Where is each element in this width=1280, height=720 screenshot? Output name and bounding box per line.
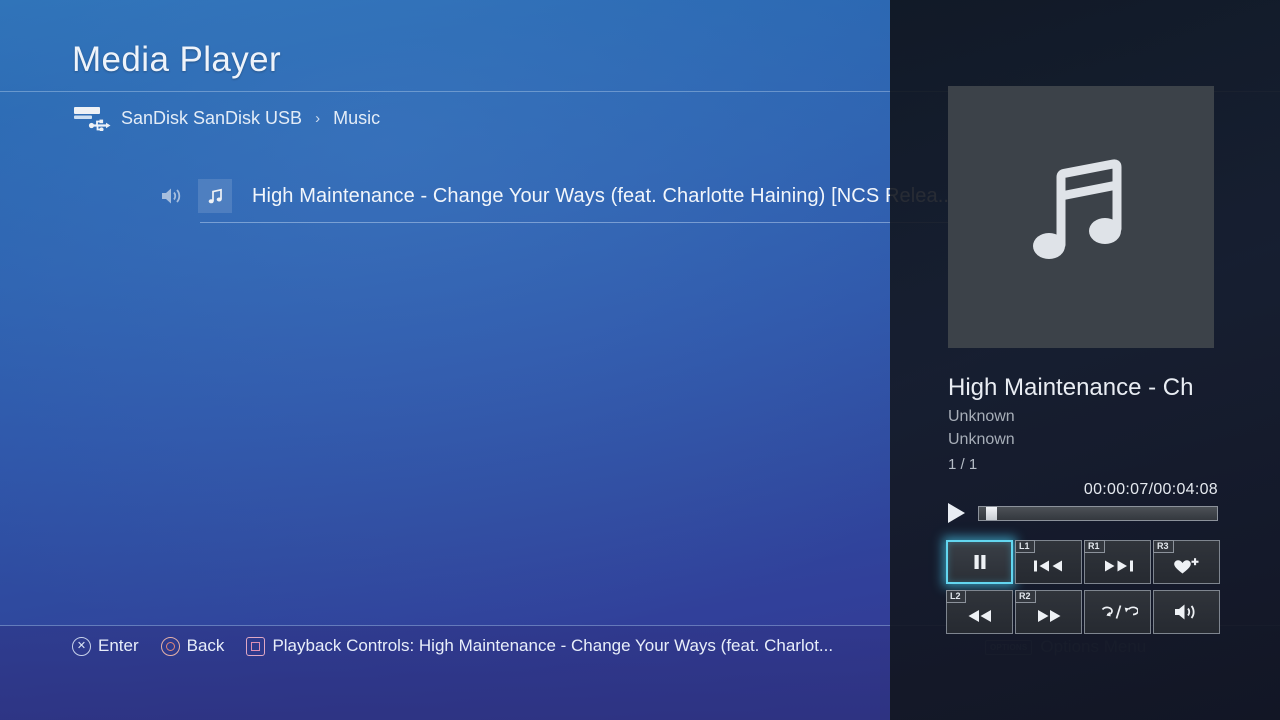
l1-badge: L1 bbox=[1015, 540, 1035, 554]
hint-enter[interactable]: ✕ Enter bbox=[72, 636, 139, 656]
heart-plus-icon bbox=[1171, 557, 1203, 575]
pause-icon bbox=[970, 552, 990, 572]
media-player-screen: Media Player SanDisk SanDisk USB › Music bbox=[0, 0, 1280, 720]
breadcrumb-folder[interactable]: Music bbox=[333, 108, 380, 129]
cross-button-icon: ✕ bbox=[72, 636, 91, 656]
progress-bar[interactable] bbox=[978, 505, 1218, 521]
transport-row bbox=[948, 503, 1218, 523]
footer-hints: ✕ Enter Back Playback Controls: High Mai… bbox=[72, 636, 833, 656]
breadcrumb-device[interactable]: SanDisk SanDisk USB bbox=[121, 108, 302, 129]
fast-forward-icon bbox=[1033, 608, 1065, 624]
list-item-title: High Maintenance - Change Your Ways (fea… bbox=[252, 184, 955, 207]
repeat-shuffle-button[interactable] bbox=[1084, 590, 1151, 634]
repeat-shuffle-icon bbox=[1098, 602, 1138, 622]
l2-badge: L2 bbox=[946, 590, 966, 604]
hint-playback-label: Playback Controls: High Maintenance - Ch… bbox=[272, 636, 834, 655]
play-icon bbox=[948, 503, 965, 523]
progress-thumb[interactable] bbox=[985, 506, 997, 520]
pause-button[interactable] bbox=[946, 540, 1013, 584]
track-position-count: 1 / 1 bbox=[948, 456, 978, 473]
square-button-icon bbox=[246, 636, 266, 656]
next-icon bbox=[1101, 558, 1135, 574]
now-playing-artist: Unknown bbox=[948, 408, 1015, 425]
breadcrumb-separator-icon: › bbox=[315, 109, 321, 127]
previous-icon bbox=[1032, 558, 1066, 574]
r1-badge: R1 bbox=[1084, 540, 1105, 554]
rewind-button[interactable]: L2 bbox=[946, 590, 1013, 634]
now-playing-title: High Maintenance - Ch bbox=[948, 374, 1194, 401]
hint-back[interactable]: Back bbox=[160, 636, 225, 656]
now-playing-album: Unknown bbox=[948, 431, 1015, 448]
rewind-icon bbox=[964, 608, 996, 624]
music-note-icon bbox=[198, 179, 232, 213]
page-title: Media Player bbox=[72, 40, 282, 79]
previous-button[interactable]: L1 bbox=[1015, 540, 1082, 584]
music-note-icon bbox=[1021, 153, 1141, 282]
playback-panel: High Maintenance - Ch Unknown Unknown 1 … bbox=[890, 0, 1280, 720]
album-art bbox=[948, 86, 1214, 348]
r3-badge: R3 bbox=[1153, 540, 1174, 554]
fast-forward-button[interactable]: R2 bbox=[1015, 590, 1082, 634]
speaker-playing-icon bbox=[160, 185, 184, 207]
hint-enter-label: Enter bbox=[98, 636, 139, 655]
r2-badge: R2 bbox=[1015, 590, 1036, 604]
volume-button[interactable] bbox=[1153, 590, 1220, 634]
playback-controls: L1 R1 R3 L2 R2 bbox=[946, 540, 1221, 634]
playback-time: 00:00:07/00:04:08 bbox=[1083, 481, 1218, 498]
usb-drive-icon bbox=[72, 105, 112, 132]
circle-button-icon bbox=[160, 636, 180, 656]
breadcrumb: SanDisk SanDisk USB › Music bbox=[72, 105, 380, 132]
add-favorite-button[interactable]: R3 bbox=[1153, 540, 1220, 584]
hint-playback-controls[interactable]: Playback Controls: High Maintenance - Ch… bbox=[246, 636, 833, 656]
volume-icon bbox=[1173, 602, 1201, 622]
hint-back-label: Back bbox=[186, 636, 225, 655]
next-button[interactable]: R1 bbox=[1084, 540, 1151, 584]
